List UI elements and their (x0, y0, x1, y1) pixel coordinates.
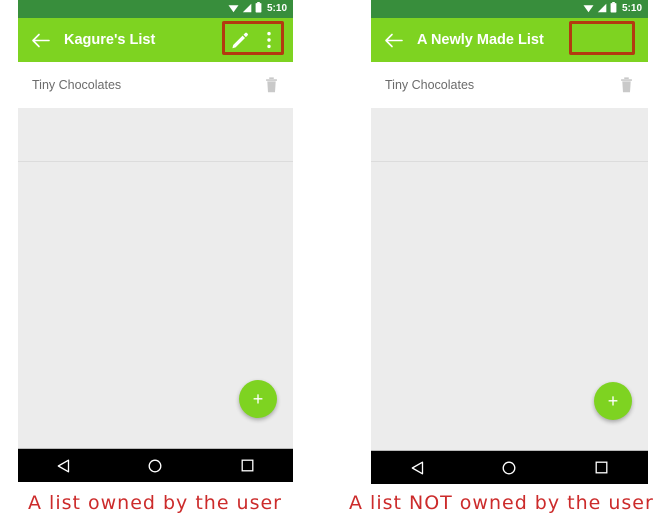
app-bar: Kagure's List (18, 18, 293, 62)
signal-icon (597, 0, 607, 18)
empty-list-space-upper (18, 108, 293, 161)
list-item[interactable]: Tiny Chocolates (18, 62, 293, 108)
android-nav-bar (18, 448, 293, 482)
app-bar: A Newly Made List (371, 18, 648, 62)
trash-icon[interactable] (263, 75, 279, 95)
back-arrow-icon[interactable] (30, 30, 50, 50)
recents-square-icon[interactable] (585, 451, 619, 485)
overflow-menu-icon[interactable] (259, 29, 279, 51)
back-triangle-icon[interactable] (400, 451, 434, 485)
trash-icon[interactable] (618, 75, 634, 95)
battery-icon (610, 0, 617, 18)
page-title: A Newly Made List (417, 32, 544, 48)
list-content-area: Tiny Chocolates + (18, 62, 293, 464)
caption-owned-list: A list owned by the user (28, 492, 282, 514)
signal-icon (242, 0, 252, 18)
back-triangle-icon[interactable] (47, 449, 81, 483)
list-item-label: Tiny Chocolates (32, 78, 122, 92)
back-arrow-icon[interactable] (383, 30, 403, 50)
status-clock: 5:10 (621, 3, 642, 14)
android-nav-bar (371, 450, 648, 484)
screenshot-canvas: 5:10 Kagure's List Tiny Chocolates + 5:1… (0, 0, 663, 531)
wifi-icon (583, 0, 594, 18)
status-clock: 5:10 (266, 3, 287, 14)
add-item-fab[interactable]: + (239, 380, 277, 418)
list-item[interactable]: Tiny Chocolates (371, 62, 648, 108)
status-bar: 5:10 (18, 0, 293, 18)
wifi-icon (228, 0, 239, 18)
list-content-area: Tiny Chocolates + (371, 62, 648, 466)
list-item-label: Tiny Chocolates (385, 78, 475, 92)
add-item-fab[interactable]: + (594, 382, 632, 420)
home-circle-icon[interactable] (138, 449, 172, 483)
edit-pencil-icon[interactable] (229, 29, 249, 51)
app-bar-actions (225, 29, 283, 51)
empty-list-space-upper (371, 108, 648, 161)
plus-icon: + (252, 389, 264, 409)
home-circle-icon[interactable] (492, 451, 526, 485)
phone-screen-not-owned-list: 5:10 A Newly Made List Tiny Chocolates + (371, 0, 648, 484)
recents-square-icon[interactable] (230, 449, 264, 483)
caption-not-owned-list: A list NOT owned by the user (349, 492, 654, 514)
page-title: Kagure's List (64, 32, 156, 48)
phone-screen-owned-list: 5:10 Kagure's List Tiny Chocolates + (18, 0, 293, 482)
battery-icon (255, 0, 262, 18)
plus-icon: + (607, 391, 619, 411)
status-bar: 5:10 (371, 0, 648, 18)
